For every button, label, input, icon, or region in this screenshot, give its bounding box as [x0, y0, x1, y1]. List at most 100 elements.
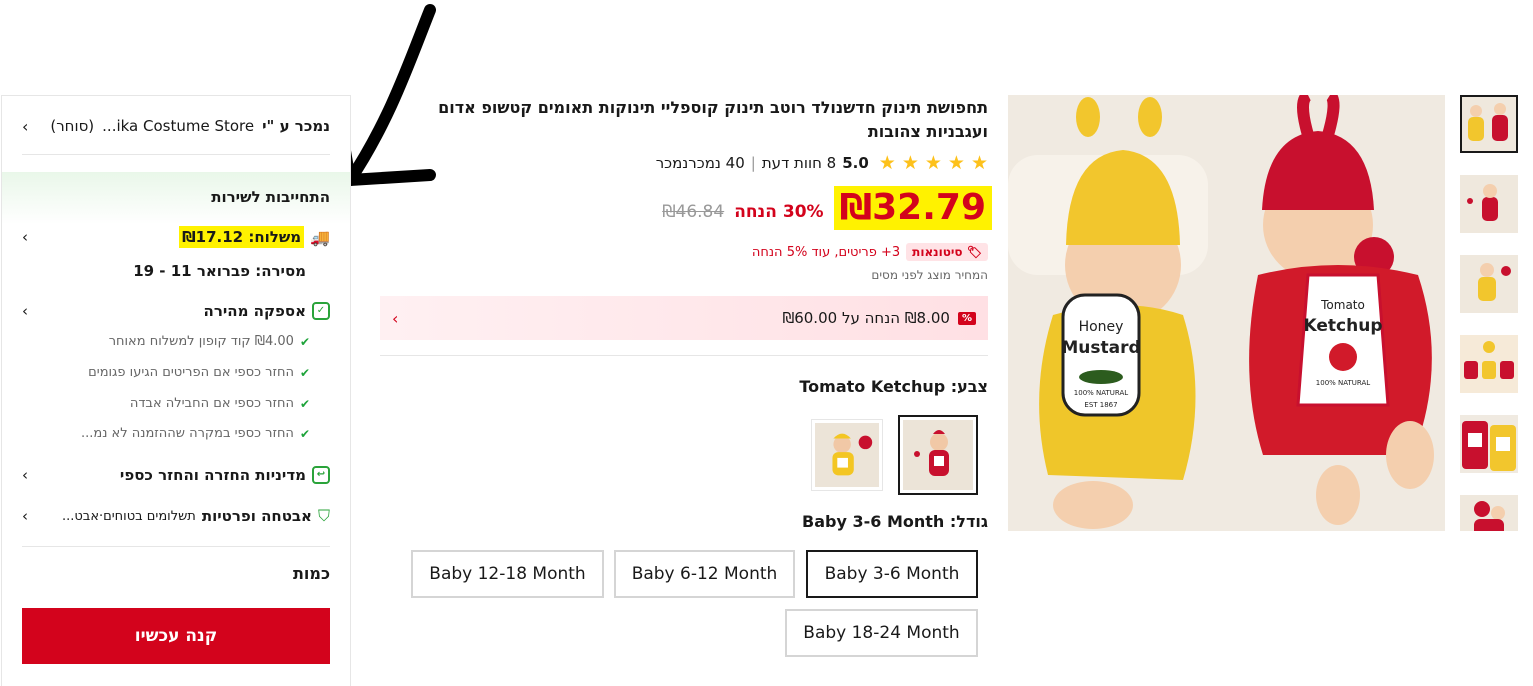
- check-icon: ✔: [299, 365, 310, 380]
- current-price: ₪32.79: [833, 186, 992, 230]
- size-option[interactable]: Baby 6-12 Month: [614, 550, 795, 598]
- shipping-row[interactable]: 🚚 משלוח: ₪17.12 ›: [22, 226, 330, 248]
- ketchup-label-top: Tomato: [1320, 298, 1365, 312]
- thumbnail-2[interactable]: [1460, 175, 1518, 233]
- return-policy-row[interactable]: ↩ מדיניות החזרה והחזר כספי ›: [22, 466, 330, 484]
- ketchup-thumb: [903, 420, 973, 490]
- thumbnail-image: [1460, 175, 1518, 233]
- bulk-badge-text: סיטונאות: [912, 245, 963, 259]
- truck-icon: 🚚: [310, 227, 330, 247]
- separator: |: [750, 154, 756, 172]
- fast-delivery-row[interactable]: ✓ אספקה מהירה ›: [22, 302, 330, 320]
- shield-icon: ⛉: [317, 506, 330, 525]
- coupon-percent-icon: %: [957, 311, 976, 325]
- thumbnail-6[interactable]: [1460, 495, 1518, 531]
- divider: [22, 154, 330, 155]
- guarantee-item: ✔ ₪4.00 קוד קופון למשלוח מאוחר: [22, 334, 310, 349]
- tag-icon: 🏷: [966, 245, 982, 259]
- star-icon: ★: [924, 152, 942, 174]
- sold-by-row[interactable]: נמכר ע "י ika Costume Store... (סוחר) ›: [22, 96, 330, 156]
- star-icon: ★: [878, 152, 896, 174]
- star-icon: ★: [901, 152, 919, 174]
- star-icon: ★: [970, 152, 988, 174]
- check-icon: ✔: [299, 334, 310, 349]
- ketchup-label-natural: 100% NATURAL: [1316, 379, 1370, 387]
- security-row[interactable]: ⛉ אבטחה ופרטיות תשלומים בטוחים·אבט... ›: [22, 506, 330, 526]
- color-swatch-tomato-ketchup[interactable]: [898, 415, 978, 495]
- delivery-label: מסירה: פברואר 11 - 19: [133, 262, 306, 280]
- product-title: תחפושת תינוק חדשנולד רוטב תינוק קוספליי …: [438, 98, 988, 141]
- sold-count: 40 נמכרנמכר: [655, 154, 745, 172]
- guarantee-text: החזר כספי במקרה שההזמנה לא נמ...: [80, 426, 294, 441]
- guarantee-text: החזר כספי אם הפריטים הגיעו פגומים: [88, 365, 294, 380]
- mustard-label-est: EST 1867: [1084, 401, 1117, 409]
- check-icon: ✔: [299, 396, 310, 411]
- tax-note: המחיר מוצג לפני מסים: [871, 268, 988, 282]
- purchase-panel: נמכר ע "י ika Costume Store... (סוחר) › …: [1, 95, 351, 686]
- ketchup-label-main: Ketchup: [1304, 316, 1383, 336]
- shipping-label: משלוח: ₪17.12: [179, 226, 305, 248]
- color-label: צבע: Tomato Ketchup: [799, 377, 988, 396]
- thumbnail-image: [1460, 415, 1518, 473]
- color-swatch-mustard[interactable]: [811, 419, 883, 491]
- chevron-right-icon[interactable]: ›: [22, 466, 28, 484]
- check-icon: ✔: [299, 426, 310, 441]
- return-icon: ↩: [312, 466, 330, 484]
- product-photo: Honey Mustard 100% NATURAL EST 1867 Toma…: [1008, 95, 1445, 531]
- mustard-label-main: Mustard: [1061, 338, 1140, 358]
- guarantee-text: החזר כספי אם החבילה אבדה: [129, 396, 294, 411]
- rating-row[interactable]: ★ ★ ★ ★ ★ 5.0 8 חוות דעת | 40 נמכרנמכר: [600, 152, 988, 174]
- old-price: ₪46.84: [662, 202, 725, 222]
- review-count[interactable]: 8 חוות דעת: [762, 154, 836, 172]
- product-main-image[interactable]: Honey Mustard 100% NATURAL EST 1867 Toma…: [1008, 95, 1445, 531]
- rating-score: 5.0: [842, 154, 869, 172]
- thumbnail-4[interactable]: [1460, 335, 1518, 393]
- fast-delivery-label: אספקה מהירה: [203, 302, 306, 320]
- quantity-label: כמות: [292, 564, 330, 583]
- sold-by-label: נמכר ע "י: [262, 117, 330, 135]
- star-icon: ★: [947, 152, 965, 174]
- bulk-discount-row: 🏷 סיטונאות 3+ פריטים, עוד 5% הנחה: [600, 243, 988, 261]
- guarantee-item: ✔ החזר כספי אם הפריטים הגיעו פגומים: [22, 365, 310, 380]
- seller-type: (סוחר): [50, 117, 95, 135]
- security-sub: תשלומים בטוחים·אבט...: [61, 508, 196, 524]
- bulk-badge: 🏷 סיטונאות: [906, 243, 988, 261]
- thumbnail-image: [1460, 495, 1518, 531]
- chevron-right-icon[interactable]: ›: [392, 309, 398, 328]
- thumbnail-3[interactable]: [1460, 255, 1518, 313]
- discount-label: 30% הנחה: [734, 202, 824, 222]
- security-title: אבטחה ופרטיות: [201, 507, 312, 525]
- chevron-right-icon[interactable]: ›: [22, 302, 28, 320]
- mustard-label-natural: 100% NATURAL: [1074, 389, 1128, 397]
- divider: [380, 355, 988, 356]
- size-option[interactable]: Baby 3-6 Month: [806, 550, 978, 598]
- size-option[interactable]: Baby 18-24 Month: [785, 609, 978, 657]
- thumbnail-1[interactable]: [1460, 95, 1518, 153]
- buy-now-button[interactable]: קנה עכשיו: [22, 608, 330, 664]
- size-option[interactable]: Baby 12-18 Month: [411, 550, 604, 598]
- price-row: ₪32.79 30% הנחה ₪46.84: [600, 186, 992, 230]
- thumbnail-strip: [1460, 95, 1522, 531]
- thumbnail-image: [1460, 335, 1518, 393]
- size-label: גודל: Baby 3-6 Month: [802, 512, 988, 531]
- divider: [22, 546, 330, 547]
- coupon-text: ₪8.00 הנחה על ₪60.00: [782, 309, 950, 327]
- chevron-right-icon[interactable]: ›: [22, 117, 28, 136]
- delivery-row: מסירה: פברואר 11 - 19: [22, 262, 306, 280]
- mustard-thumb: [815, 423, 879, 487]
- return-policy-label: מדיניות החזרה והחזר כספי: [119, 466, 306, 484]
- thumbnail-image: [1462, 97, 1516, 151]
- guarantee-item: ✔ החזר כספי אם החבילה אבדה: [22, 396, 310, 411]
- mustard-label-top: Honey: [1079, 319, 1124, 335]
- chevron-right-icon[interactable]: ›: [22, 507, 28, 525]
- store-name[interactable]: ika Costume Store...: [102, 117, 254, 135]
- thumbnail-image: [1460, 255, 1518, 313]
- bulk-text: 3+ פריטים, עוד 5% הנחה: [751, 244, 901, 260]
- chevron-right-icon[interactable]: ›: [22, 228, 28, 246]
- guarantee-text: ₪4.00 קוד קופון למשלוח מאוחר: [108, 334, 294, 349]
- thumbnail-5[interactable]: [1460, 415, 1518, 473]
- coupon-bar[interactable]: % ₪8.00 הנחה על ₪60.00 ›: [380, 296, 988, 340]
- service-title: התחייבות לשירות: [211, 188, 330, 206]
- box-icon: ✓: [312, 302, 330, 320]
- guarantee-item: ✔ החזר כספי במקרה שההזמנה לא נמ...: [22, 426, 310, 441]
